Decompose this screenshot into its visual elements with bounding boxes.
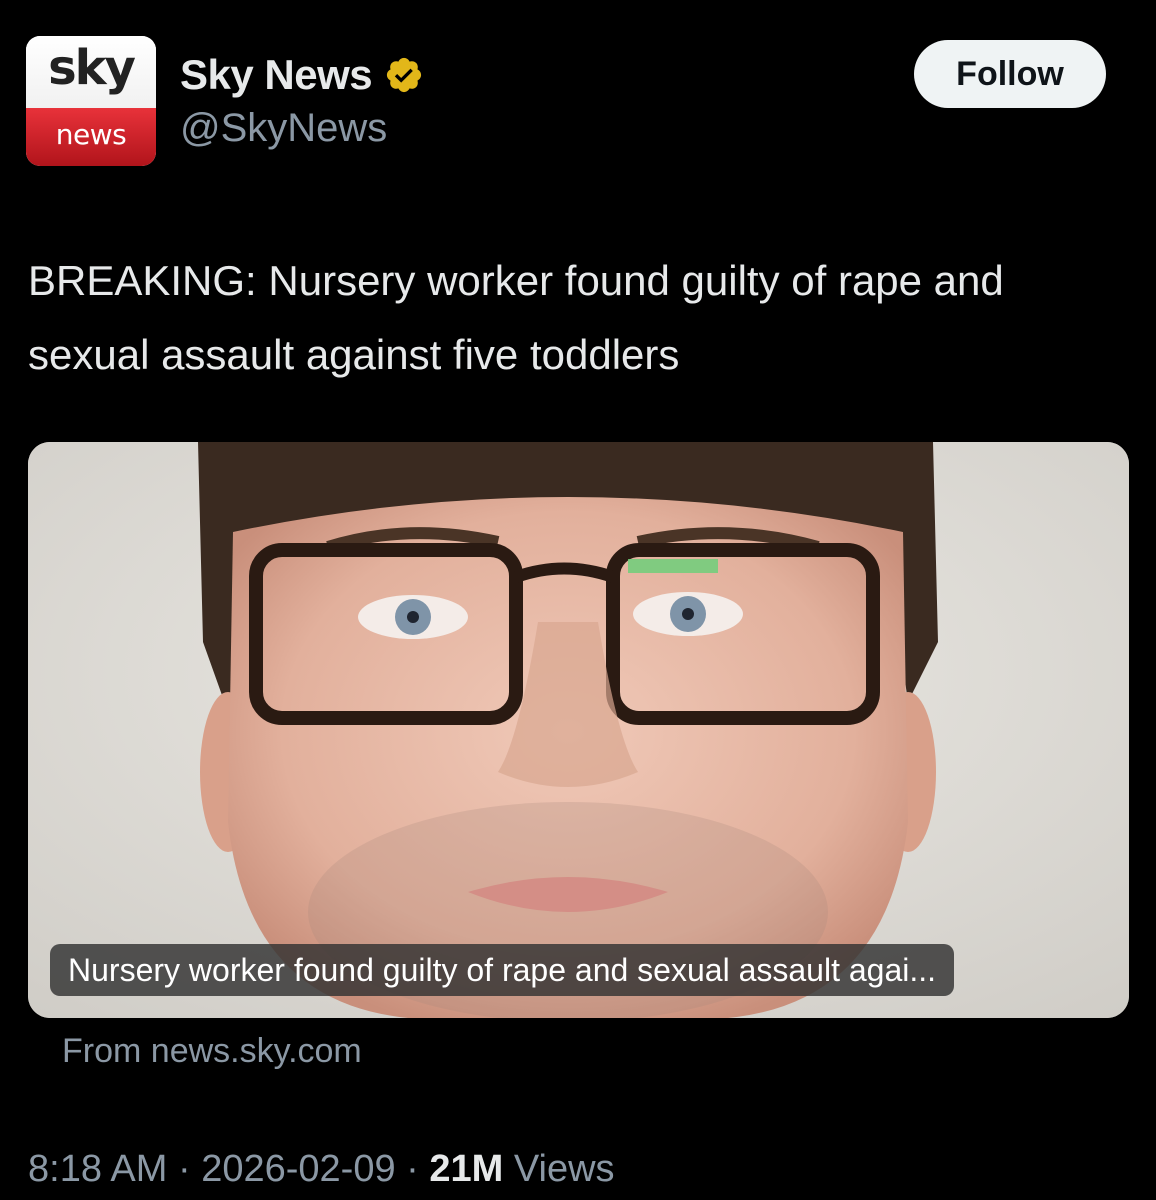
avatar-logo-sky: sky: [48, 40, 136, 96]
follow-button[interactable]: Follow: [914, 40, 1106, 108]
author-name-row[interactable]: Sky News: [180, 50, 424, 100]
tweet-post: sky news Sky News @SkyNews Follow BREAKI…: [0, 0, 1156, 1200]
meta-separator: ·: [177, 1148, 191, 1190]
avatar-logo-bottom: news: [26, 108, 156, 166]
views-count: 21M: [429, 1148, 504, 1190]
account-handle[interactable]: @SkyNews: [180, 106, 387, 151]
card-source-domain[interactable]: news.sky.com: [151, 1032, 362, 1070]
link-card[interactable]: Nursery worker found guilty of rape and …: [28, 442, 1129, 1018]
tweet-date[interactable]: 2026-02-09: [201, 1148, 395, 1190]
avatar-logo-news: news: [55, 118, 127, 151]
tweet-meta: 8:18 AM · 2026-02-09 · 21M Views: [28, 1148, 615, 1191]
avatar-logo-top: sky: [26, 36, 156, 108]
display-name[interactable]: Sky News: [180, 51, 373, 99]
meta-separator: ·: [406, 1148, 419, 1190]
card-source-prefix: From: [62, 1032, 142, 1070]
views-label: Views: [513, 1148, 615, 1190]
card-source[interactable]: From news.sky.com: [62, 1032, 362, 1071]
card-caption: Nursery worker found guilty of rape and …: [50, 944, 955, 996]
tweet-text: BREAKING: Nursery worker found guilty of…: [28, 257, 1004, 378]
card-image: [28, 442, 1129, 1018]
verified-badge-icon: [387, 57, 422, 93]
account-avatar[interactable]: sky news: [26, 36, 156, 166]
tweet-time[interactable]: 8:18 AM: [28, 1148, 167, 1190]
